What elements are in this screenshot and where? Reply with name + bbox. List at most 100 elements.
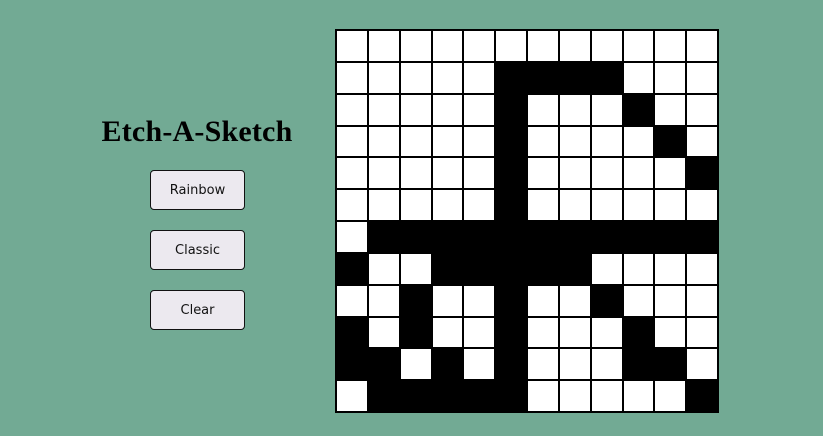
grid-cell[interactable] — [527, 61, 559, 94]
grid-cell[interactable] — [527, 157, 559, 190]
grid-cell[interactable] — [686, 221, 718, 253]
grid-cell[interactable] — [431, 284, 464, 317]
grid-cell[interactable] — [463, 189, 496, 221]
grid-cell[interactable] — [590, 252, 623, 285]
grid-cell[interactable] — [527, 348, 559, 381]
grid-cell[interactable] — [590, 125, 623, 158]
grid-cell[interactable] — [431, 221, 464, 253]
grid-cell[interactable] — [527, 380, 559, 412]
grid-cell[interactable] — [495, 221, 527, 253]
grid-cell[interactable] — [367, 252, 400, 285]
grid-cell[interactable] — [686, 284, 718, 317]
grid-cell[interactable] — [558, 348, 591, 381]
grid-cell[interactable] — [622, 316, 655, 349]
grid-cell[interactable] — [431, 189, 464, 221]
grid-cell[interactable] — [527, 125, 559, 158]
grid-cell[interactable] — [654, 189, 687, 221]
grid-cell[interactable] — [558, 189, 591, 221]
grid-cell[interactable] — [463, 380, 496, 412]
grid-cell[interactable] — [558, 93, 591, 126]
grid-cell[interactable] — [686, 252, 718, 285]
grid-cell[interactable] — [463, 30, 496, 62]
grid-cell[interactable] — [336, 125, 368, 158]
grid-cell[interactable] — [686, 93, 718, 126]
grid-cell[interactable] — [367, 221, 400, 253]
grid-cell[interactable] — [367, 157, 400, 190]
grid-cell[interactable] — [336, 252, 368, 285]
grid-cell[interactable] — [622, 380, 655, 412]
grid-cell[interactable] — [686, 125, 718, 158]
grid-cell[interactable] — [463, 93, 496, 126]
grid-cell[interactable] — [336, 348, 368, 381]
grid-cell[interactable] — [654, 316, 687, 349]
grid-cell[interactable] — [622, 93, 655, 126]
grid-cell[interactable] — [336, 316, 368, 349]
grid-cell[interactable] — [686, 189, 718, 221]
grid-cell[interactable] — [622, 284, 655, 317]
grid-cell[interactable] — [399, 221, 432, 253]
grid-cell[interactable] — [336, 189, 368, 221]
grid-cell[interactable] — [686, 316, 718, 349]
grid-cell[interactable] — [558, 125, 591, 158]
grid-cell[interactable] — [431, 157, 464, 190]
grid-cell[interactable] — [463, 61, 496, 94]
grid-cell[interactable] — [495, 316, 527, 349]
grid-cell[interactable] — [399, 380, 432, 412]
grid-cell[interactable] — [527, 252, 559, 285]
grid-cell[interactable] — [367, 30, 400, 62]
grid-cell[interactable] — [527, 316, 559, 349]
grid-cell[interactable] — [558, 157, 591, 190]
grid-cell[interactable] — [399, 316, 432, 349]
grid-cell[interactable] — [431, 380, 464, 412]
grid-cell[interactable] — [367, 93, 400, 126]
grid-cell[interactable] — [558, 380, 591, 412]
grid-cell[interactable] — [431, 93, 464, 126]
grid-cell[interactable] — [399, 189, 432, 221]
grid-cell[interactable] — [622, 252, 655, 285]
grid-cell[interactable] — [654, 93, 687, 126]
grid-cell[interactable] — [367, 189, 400, 221]
grid-cell[interactable] — [367, 125, 400, 158]
grid-cell[interactable] — [399, 125, 432, 158]
grid-cell[interactable] — [654, 348, 687, 381]
grid-cell[interactable] — [654, 157, 687, 190]
grid-cell[interactable] — [622, 157, 655, 190]
grid-cell[interactable] — [495, 380, 527, 412]
grid-cell[interactable] — [367, 284, 400, 317]
grid-cell[interactable] — [527, 30, 559, 62]
grid-cell[interactable] — [367, 348, 400, 381]
grid-cell[interactable] — [686, 348, 718, 381]
grid-cell[interactable] — [336, 30, 368, 62]
grid-cell[interactable] — [431, 30, 464, 62]
grid-cell[interactable] — [336, 61, 368, 94]
grid-cell[interactable] — [336, 380, 368, 412]
grid-cell[interactable] — [654, 30, 687, 62]
grid-cell[interactable] — [336, 157, 368, 190]
grid-cell[interactable] — [590, 61, 623, 94]
grid-cell[interactable] — [495, 284, 527, 317]
grid-cell[interactable] — [336, 221, 368, 253]
grid-cell[interactable] — [463, 348, 496, 381]
grid-cell[interactable] — [590, 284, 623, 317]
grid-cell[interactable] — [431, 316, 464, 349]
grid-cell[interactable] — [431, 125, 464, 158]
grid-cell[interactable] — [622, 189, 655, 221]
grid-cell[interactable] — [527, 189, 559, 221]
grid-cell[interactable] — [495, 125, 527, 158]
grid-cell[interactable] — [590, 189, 623, 221]
rainbow-button[interactable]: Rainbow — [150, 170, 245, 210]
grid-cell[interactable] — [431, 61, 464, 94]
grid-cell[interactable] — [367, 316, 400, 349]
grid-cell[interactable] — [463, 221, 496, 253]
grid-cell[interactable] — [622, 30, 655, 62]
grid-cell[interactable] — [463, 125, 496, 158]
grid-cell[interactable] — [399, 252, 432, 285]
grid-cell[interactable] — [622, 125, 655, 158]
grid-cell[interactable] — [495, 252, 527, 285]
grid-cell[interactable] — [654, 221, 687, 253]
grid-cell[interactable] — [399, 61, 432, 94]
grid-cell[interactable] — [399, 157, 432, 190]
grid-cell[interactable] — [654, 125, 687, 158]
grid-cell[interactable] — [686, 30, 718, 62]
grid-cell[interactable] — [527, 93, 559, 126]
